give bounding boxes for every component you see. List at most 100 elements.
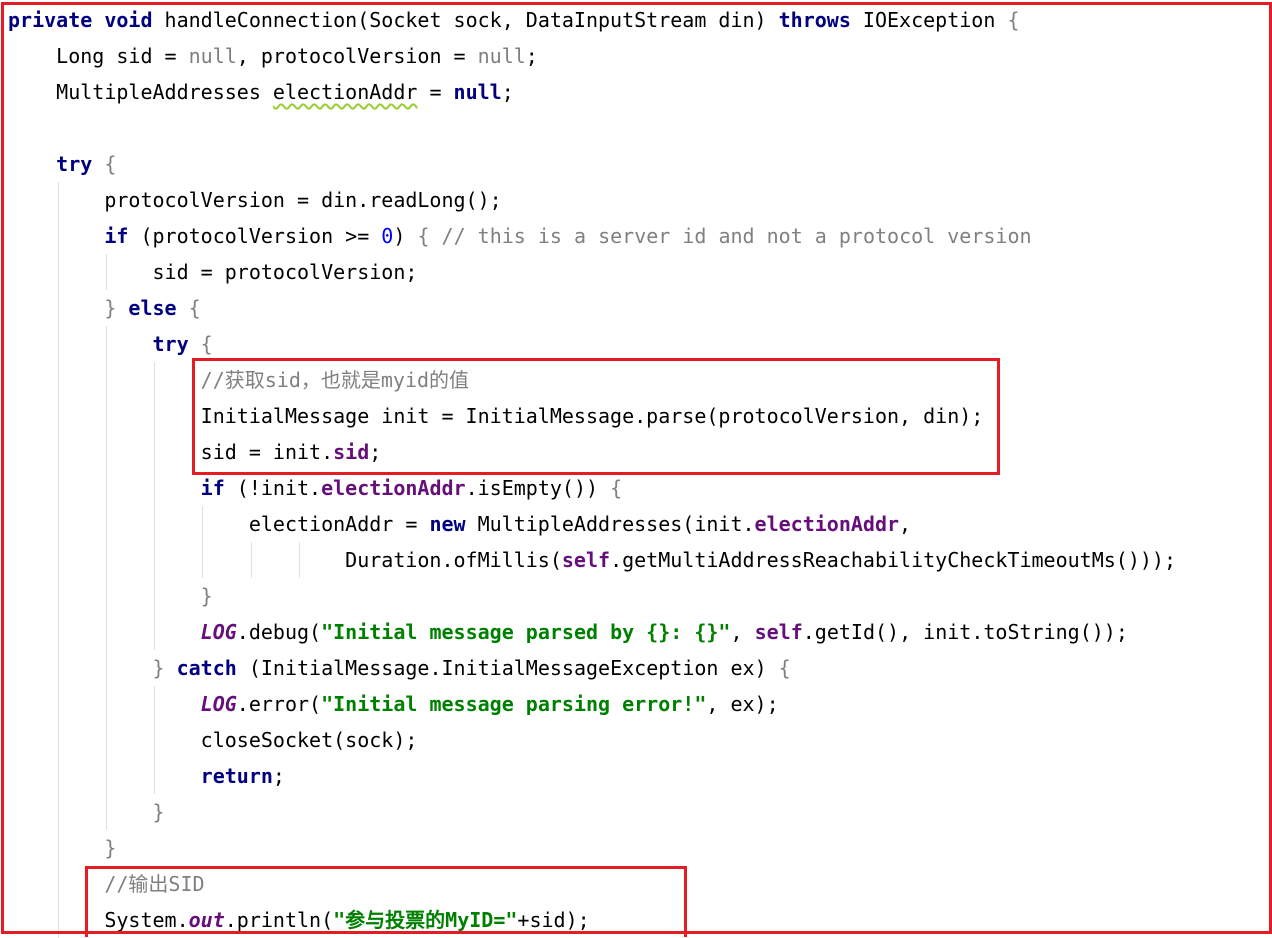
code-listing[interactable]: private void handleConnection(Socket soc… bbox=[8, 2, 1176, 938]
indent-guide bbox=[58, 362, 60, 398]
code-line[interactable]: } bbox=[8, 578, 1176, 614]
code-token-plain: protocolVersion = din.readLong(); bbox=[8, 188, 502, 212]
code-line[interactable]: Duration.ofMillis(self.getMultiAddressRe… bbox=[8, 542, 1176, 578]
indent-guide bbox=[106, 758, 108, 794]
indent-guide bbox=[58, 506, 60, 542]
code-line[interactable]: sid = protocolVersion; bbox=[8, 254, 1176, 290]
code-line[interactable]: if (!init.electionAddr.isEmpty()) { bbox=[8, 470, 1176, 506]
code-token-kw: try bbox=[56, 152, 93, 176]
code-token-plain: .debug( bbox=[236, 620, 322, 644]
indent-guide bbox=[154, 578, 156, 614]
code-token-plain: sid = init. bbox=[8, 440, 334, 464]
code-line[interactable]: protocolVersion = din.readLong(); bbox=[8, 182, 1176, 218]
indent-guide bbox=[58, 902, 60, 938]
code-token-brace: { bbox=[417, 224, 430, 248]
code-token-str: "Initial message parsing error!" bbox=[321, 692, 707, 716]
code-line[interactable]: System.out.println("参与投票的MyID="+sid); bbox=[8, 902, 1176, 938]
code-line[interactable]: sid = init.sid; bbox=[8, 434, 1176, 470]
code-token-brace: { bbox=[200, 332, 213, 356]
code-token-plain: .isEmpty()) bbox=[465, 476, 611, 500]
indent-guide bbox=[58, 686, 60, 722]
code-token-cm: //输出SID bbox=[104, 872, 205, 896]
code-line[interactable]: LOG.error("Initial message parsing error… bbox=[8, 686, 1176, 722]
code-line[interactable]: InitialMessage init = InitialMessage.par… bbox=[8, 398, 1176, 434]
code-token-kw: catch bbox=[176, 656, 237, 680]
code-token-kw: if bbox=[200, 476, 225, 500]
indent-guide bbox=[154, 362, 156, 398]
code-token-fld: self bbox=[561, 548, 611, 572]
code-token-brace: { bbox=[1007, 8, 1020, 32]
code-token-plain: ; bbox=[525, 44, 538, 68]
indent-guide bbox=[58, 326, 60, 362]
code-token-str: "Initial message parsed by {}: {}" bbox=[321, 620, 731, 644]
code-line[interactable]: } bbox=[8, 830, 1176, 866]
indent-guide bbox=[106, 254, 108, 290]
code-token-brace: } bbox=[104, 296, 117, 320]
code-line[interactable] bbox=[8, 110, 1176, 146]
code-token-plain: , protocolVersion = bbox=[236, 44, 478, 68]
code-token-plain: (!init. bbox=[224, 476, 322, 500]
indent-guide bbox=[58, 470, 60, 506]
code-line[interactable]: try { bbox=[8, 326, 1176, 362]
code-token-brace: { bbox=[104, 152, 117, 176]
indent-guide bbox=[106, 506, 108, 542]
code-token-kw: return bbox=[200, 764, 273, 788]
code-token-wavy: electionAddr bbox=[272, 80, 418, 104]
code-token-kw: try bbox=[152, 332, 189, 356]
code-line[interactable]: if (protocolVersion >= 0) { // this is a… bbox=[8, 218, 1176, 254]
code-token-cm: //获取sid，也就是myid的值 bbox=[200, 368, 470, 392]
code-editor[interactable]: private void handleConnection(Socket soc… bbox=[0, 0, 1272, 938]
code-line[interactable]: } catch (InitialMessage.InitialMessageEx… bbox=[8, 650, 1176, 686]
code-line[interactable]: try { bbox=[8, 146, 1176, 182]
code-token-plain: (InitialMessage.InitialMessageException … bbox=[236, 656, 779, 680]
indent-guide bbox=[106, 326, 108, 362]
code-line[interactable]: private void handleConnection(Socket soc… bbox=[8, 2, 1176, 38]
code-token-plain: .getMultiAddressReachabilityCheckTimeout… bbox=[610, 548, 1176, 572]
indent-guide bbox=[106, 470, 108, 506]
code-line[interactable]: //获取sid，也就是myid的值 bbox=[8, 362, 1176, 398]
indent-guide bbox=[58, 794, 60, 830]
code-token-fld: electionAddr bbox=[754, 512, 900, 536]
indent-guide bbox=[58, 578, 60, 614]
code-line[interactable]: //输出SID bbox=[8, 866, 1176, 902]
code-token-plain: electionAddr = bbox=[8, 512, 430, 536]
code-token-kw: else bbox=[128, 296, 177, 320]
code-token-plain: MultipleAddresses bbox=[8, 80, 273, 104]
code-line[interactable]: return; bbox=[8, 758, 1176, 794]
code-line[interactable]: LOG.debug("Initial message parsed by {}:… bbox=[8, 614, 1176, 650]
code-line[interactable]: } bbox=[8, 794, 1176, 830]
code-token-plain: (protocolVersion >= bbox=[128, 224, 382, 248]
indent-guide bbox=[58, 830, 60, 866]
indent-guide bbox=[106, 434, 108, 470]
code-token-plain: = bbox=[417, 80, 454, 104]
code-token-fld: electionAddr bbox=[321, 476, 466, 500]
code-line[interactable]: Long sid = null, protocolVersion = null; bbox=[8, 38, 1176, 74]
code-line[interactable]: MultipleAddresses electionAddr = null; bbox=[8, 74, 1176, 110]
code-token-brace: { bbox=[188, 296, 201, 320]
code-token-plain: ; bbox=[501, 80, 514, 104]
indent-guide bbox=[154, 614, 156, 650]
code-line[interactable]: } else { bbox=[8, 290, 1176, 326]
indent-guide bbox=[154, 470, 156, 506]
code-token-brace: } bbox=[200, 584, 213, 608]
code-line[interactable]: closeSocket(sock); bbox=[8, 722, 1176, 758]
code-token-kw: private void bbox=[8, 8, 153, 32]
code-token-plain: .println( bbox=[224, 908, 334, 932]
indent-guide bbox=[106, 542, 108, 578]
code-line[interactable]: electionAddr = new MultipleAddresses(ini… bbox=[8, 506, 1176, 542]
indent-guide bbox=[106, 722, 108, 758]
